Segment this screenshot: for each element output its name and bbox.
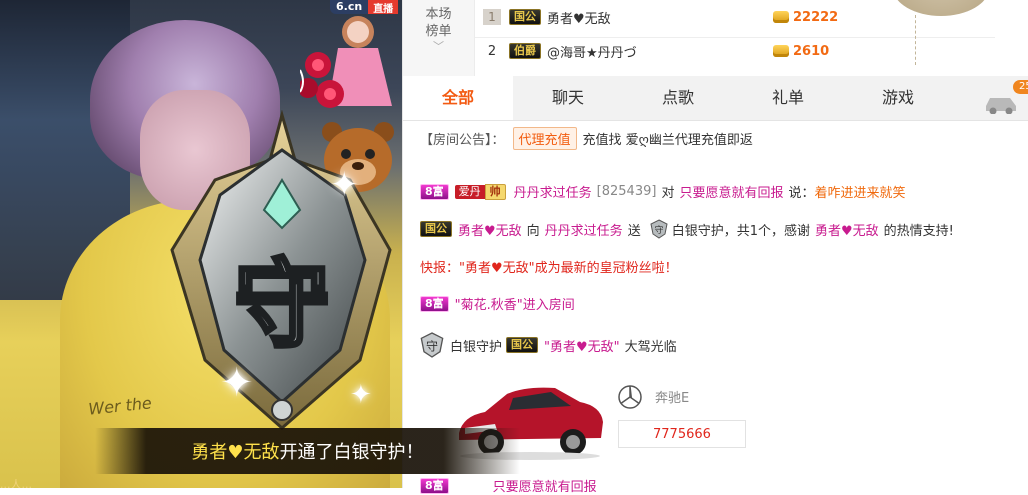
car-icon [986,98,1016,114]
rank-coins: 2610 [793,43,830,59]
silver-guard-icon: 守 [650,219,668,239]
chat-message: 8富 只要愿意就有回报 [420,476,597,495]
svg-text:守: 守 [654,224,663,236]
thanks-tail: 的热情支持! [883,223,954,239]
user-id: [825439] [596,184,657,199]
message-content: 着咋进进来就笑 [814,186,906,201]
arrival-message: 守 白银守护 国公 "勇者♥无敌" 大驾光临 [420,331,677,359]
side-tab-line1: 本场 [425,7,452,22]
user-name[interactable]: 只要愿意就有回报 [493,476,597,495]
sparkle-icon: ✦ [330,165,359,205]
coin-icon [773,45,789,57]
news-flash: 快报："勇者♥无敌"成为最新的皇冠粉丝啦！ [420,261,678,276]
sparkle-icon: ✦ [350,380,372,410]
pendant-string [915,15,918,65]
tab-chat[interactable]: 聊天 [513,76,623,120]
ranking-list: 本场 榜单 ﹀ 1 国公 勇者♥无敌 22222 2 伯爵 @海哥★丹丹づ 26… [403,0,1028,76]
rank-badge: 国公 [509,9,541,25]
svg-text:守: 守 [426,339,438,353]
wealth-badge: 8富 [420,477,449,494]
to-word: 向 [526,223,540,239]
to-word: 对 [661,186,675,201]
chat-tabs: 全部 聊天 点歌 礼单 游戏 [403,76,1028,121]
doll-gift-icon [300,16,392,108]
notice-text: 充值找 爱ღ幽兰代理充值即返 [582,133,753,148]
video-caption: ...人... [0,478,32,488]
silver-guard-icon: 守 [420,332,444,358]
car-brand: 奔驰E [655,391,690,406]
rank-nick[interactable]: 勇者♥无敌 [547,8,773,27]
wealth-badge: 8富 [420,295,449,312]
banner-text: 开通了白银守护！ [279,442,424,463]
rank-coins: 22222 [793,9,839,25]
tab-game[interactable]: 游戏 [843,76,953,120]
live-video[interactable]: Wer the 6.cn 直播 守 ✦ ✦ ✦ ...人... [0,0,402,488]
wealth-badge: 8富 [420,183,449,200]
rank-nick[interactable]: @海哥★丹丹づ [547,42,773,61]
gift-message: 国公 勇者♥无敌 向 丹丹求过任务 送 守 白银守护，共1个，感谢 勇者♥无敌 … [420,219,954,239]
car-count-badge: 25 [1013,80,1028,94]
car-plate: 7775666 [618,420,746,448]
chat-message: 8富 爱丹 帅 丹丹求过任务 [825439] 对 只要愿意就有回报 说： 着咋… [420,182,906,201]
user-name[interactable]: 丹丹求过任务 [514,182,592,201]
fan-level-badge: 帅 [484,183,506,200]
sparkle-icon: ✦ [220,360,254,406]
rank-number: 2 [487,43,497,59]
enter-text: "菊花.秋香"进入房间 [454,298,575,313]
banner-user[interactable]: 勇者♥无敌 [191,438,279,464]
ranking-side-tab[interactable]: 本场 榜单 ﹀ [403,0,475,76]
arrival-text: 大驾光临 [624,339,677,355]
target-user[interactable]: 丹丹求过任务 [545,220,623,239]
rank-badge: 国公 [506,337,539,353]
car-tab[interactable]: 25 [983,80,1028,116]
say-word: 说： [788,186,815,201]
user-name[interactable]: "勇者♥无敌" [544,336,620,355]
gift-text: 白银守护，共1个，感谢 [671,223,810,239]
fan-badge: 爱丹 [454,184,485,199]
guard-label: 白银守护 [450,339,503,355]
chat-panel: 本场 榜单 ﹀ 1 国公 勇者♥无敌 22222 2 伯爵 @海哥★丹丹づ 26… [402,0,1028,495]
emblem-char: 守 [234,249,330,361]
room-notice: 【房间公告】： 代理充值 充值找 爱ღ幽兰代理充值即返 [420,127,753,150]
thanks-user[interactable]: 勇者♥无敌 [815,220,879,239]
rank-number: 1 [483,9,501,25]
enter-message: 8富 "菊花.秋香"进入房间 [420,294,575,313]
user-name[interactable]: 勇者♥无敌 [458,220,522,239]
notice-label: 【房间公告】： [420,133,505,148]
mercedes-logo-icon [618,385,642,409]
send-word: 送 [627,223,641,239]
tab-song[interactable]: 点歌 [623,76,733,120]
notice-button[interactable]: 代理充值 [512,127,577,150]
rank-badge: 国公 [420,221,452,237]
tab-all[interactable]: 全部 [403,76,513,120]
coin-icon [773,11,789,23]
chevron-down-icon: ﹀ [433,40,444,53]
side-tab-line2: 榜单 [425,24,452,39]
target-user[interactable]: 只要愿意就有回报 [679,182,783,201]
rank-badge: 伯爵 [509,43,541,59]
tab-gift-list[interactable]: 礼单 [733,76,843,120]
guard-broadcast-banner: 勇者♥无敌 开通了白银守护！ [95,428,520,474]
